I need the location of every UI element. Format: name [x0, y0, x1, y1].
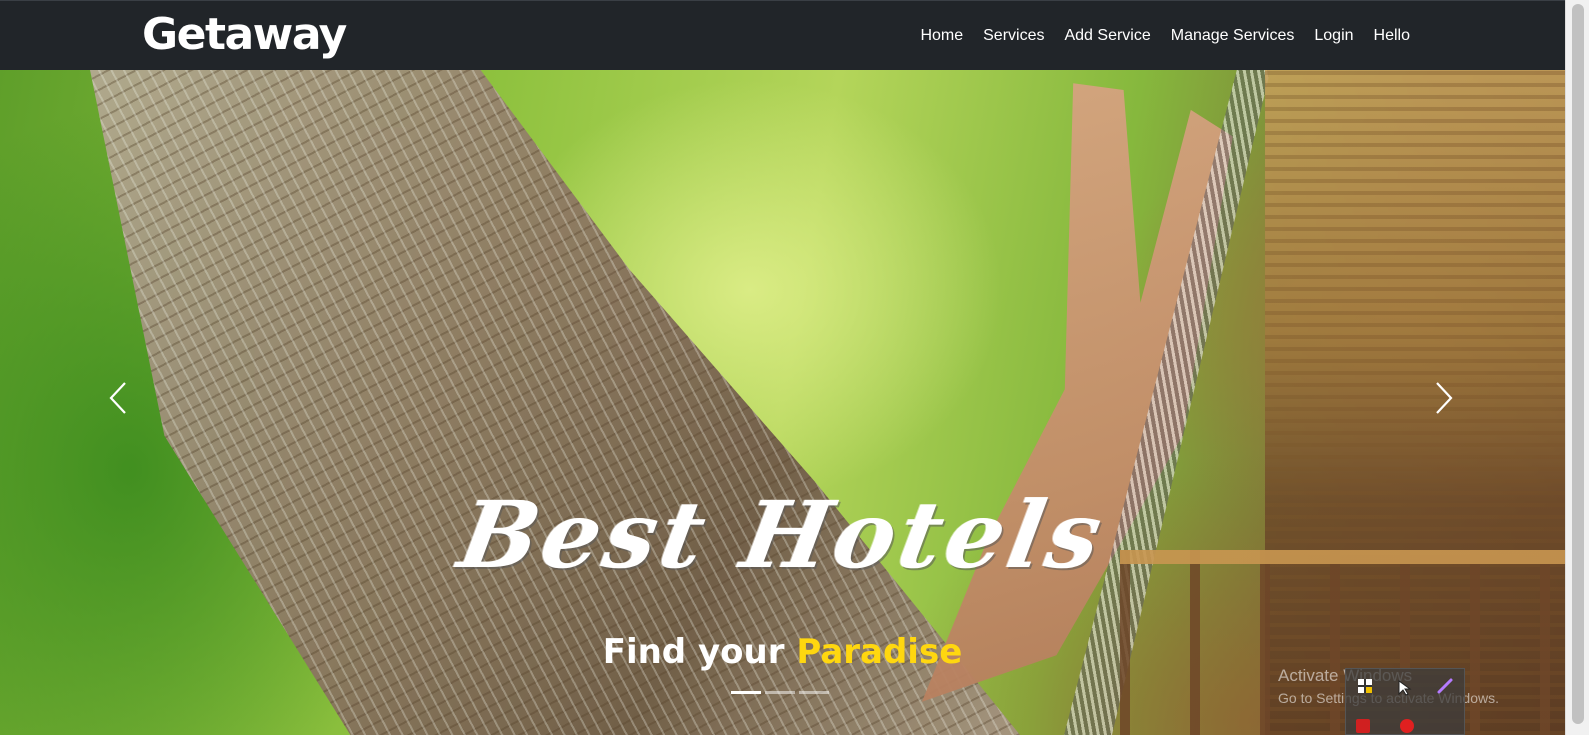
navbar: Getaway Home Services Add Service Manage…: [0, 0, 1565, 70]
carousel-indicator-1[interactable]: [731, 691, 761, 694]
hero-carousel: Best Hotels Find your Paradise Activate …: [0, 70, 1565, 735]
carousel-next-button[interactable]: [1433, 380, 1455, 416]
carousel-indicator-3[interactable]: [799, 691, 829, 694]
carousel-indicator-2[interactable]: [765, 691, 795, 694]
hero-title: Best Hotels: [451, 481, 1114, 589]
carousel-indicators: [731, 691, 829, 694]
brand-logo[interactable]: Getaway: [142, 9, 347, 61]
nav-links: Home Services Add Service Manage Service…: [920, 25, 1410, 47]
nav-item-add-service[interactable]: Add Service: [1064, 25, 1150, 47]
nav-item-login[interactable]: Login: [1314, 25, 1353, 47]
chevron-right-icon: [1436, 382, 1453, 414]
shield-icon[interactable]: [1356, 677, 1374, 695]
nav-item-manage-services[interactable]: Manage Services: [1171, 25, 1295, 47]
cursor-icon[interactable]: [1396, 679, 1414, 697]
chevron-left-icon: [109, 382, 126, 414]
nav-item-hello[interactable]: Hello: [1374, 25, 1410, 47]
scrollbar-thumb[interactable]: [1572, 4, 1584, 724]
carousel-caption: Best Hotels Find your Paradise: [0, 480, 1565, 672]
hero-subtitle-accent: Paradise: [796, 632, 963, 672]
nav-item-services[interactable]: Services: [983, 25, 1044, 47]
page-scrollbar[interactable]: [1565, 0, 1589, 735]
system-tray-popup: [1345, 668, 1465, 735]
record-icon[interactable]: [1398, 717, 1416, 735]
app-icon-red[interactable]: [1354, 717, 1372, 735]
pen-icon[interactable]: [1436, 677, 1454, 695]
hero-subtitle-lead: Find your: [602, 632, 797, 672]
nav-item-home[interactable]: Home: [920, 25, 963, 47]
carousel-prev-button[interactable]: [107, 380, 129, 416]
